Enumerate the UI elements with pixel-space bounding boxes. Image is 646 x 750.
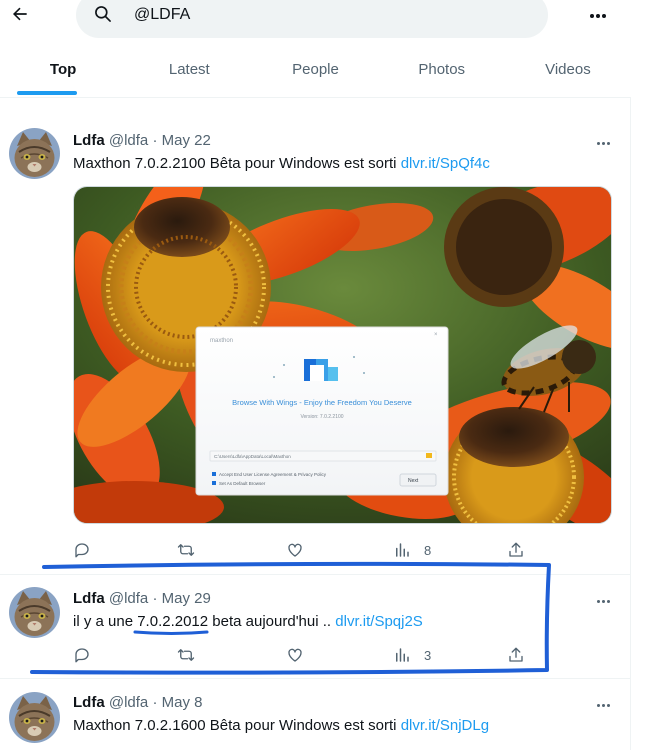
separator-dot: ·	[152, 590, 158, 607]
svg-text:Browse With Wings - Enjoy the: Browse With Wings - Enjoy the Freedom Yo…	[232, 398, 412, 407]
share-button[interactable]	[507, 540, 525, 560]
tab-photos[interactable]: Photos	[379, 46, 505, 98]
like-button[interactable]	[286, 540, 304, 560]
views-button[interactable]: 3	[393, 645, 431, 665]
retweet-icon	[177, 649, 195, 661]
tweet-header: Ldfa @ldfa · May 8	[73, 694, 202, 711]
back-arrow-icon	[13, 7, 27, 21]
avatar[interactable]	[9, 587, 60, 638]
reply-button[interactable]	[73, 540, 91, 560]
views-button[interactable]: 8	[393, 540, 431, 560]
tweet-header: Ldfa @ldfa · May 29	[73, 590, 211, 607]
like-icon	[288, 648, 302, 662]
flower-bee-photo: maxthon × Browse With Wings - Enjoy the …	[74, 187, 611, 523]
views-count: 8	[424, 542, 432, 558]
timeline-column: Top Latest People Photos Videos	[0, 0, 631, 750]
installer-dialog: maxthon × Browse With Wings - Enjoy the …	[195, 326, 449, 496]
tweet-date[interactable]: May 29	[162, 590, 211, 607]
tweet[interactable]: Ldfa @ldfa · May 22 Maxthon 7.0.2.2100 B…	[0, 113, 631, 575]
tweet-text: Maxthon 7.0.2.1600 Bêta pour Windows est…	[73, 717, 490, 734]
share-button[interactable]	[507, 645, 525, 665]
tweet-link[interactable]: dlvr.it/SpQf4c	[401, 155, 490, 172]
share-icon	[509, 647, 523, 662]
tab-people[interactable]: People	[252, 46, 378, 98]
like-button[interactable]	[286, 645, 304, 665]
tweet-more-button[interactable]	[592, 133, 614, 149]
tab-videos[interactable]: Videos	[505, 46, 631, 98]
svg-text:×: ×	[434, 332, 438, 338]
author-handle[interactable]: @ldfa	[109, 132, 148, 149]
views-icon	[396, 648, 409, 662]
tweet-link[interactable]: dlvr.it/SnjDLg	[401, 717, 489, 734]
tweet-media-image[interactable]: maxthon × Browse With Wings - Enjoy the …	[73, 186, 612, 524]
svg-text:Version: 7.0.2.2100: Version: 7.0.2.2100	[300, 414, 343, 420]
tweet-link[interactable]: dlvr.it/Spqj2S	[335, 613, 423, 630]
svg-text:Set As Default Browser: Set As Default Browser	[219, 481, 266, 486]
share-icon	[509, 542, 523, 557]
tweet-more-button[interactable]	[592, 695, 614, 711]
tweet-text: Maxthon 7.0.2.2100 Bêta pour Windows est…	[73, 155, 490, 172]
more-icon	[596, 590, 611, 608]
tweet[interactable]: Ldfa @ldfa · May 29 il y a une 7.0.2.201…	[0, 576, 631, 679]
cat-avatar-image	[9, 692, 60, 743]
retweet-button[interactable]	[177, 540, 195, 560]
search-tabs: Top Latest People Photos Videos	[0, 46, 631, 98]
reply-icon	[75, 648, 89, 663]
avatar[interactable]	[9, 128, 60, 179]
separator-dot: ·	[152, 132, 158, 149]
cat-avatar-image	[9, 128, 60, 179]
svg-text:Next: Next	[408, 478, 419, 484]
more-icon	[589, 5, 607, 23]
more-icon	[596, 132, 611, 150]
search-box[interactable]	[76, 0, 548, 38]
tweet-date[interactable]: May 8	[162, 694, 203, 711]
avatar[interactable]	[9, 692, 60, 743]
author-name[interactable]: Ldfa	[73, 694, 105, 711]
search-icon	[95, 6, 111, 22]
svg-text:maxthon: maxthon	[210, 338, 233, 344]
search-input[interactable]	[134, 2, 514, 28]
more-icon	[596, 694, 611, 712]
author-name[interactable]: Ldfa	[73, 590, 105, 607]
highlighted-version: 7.0.2.2012	[137, 613, 209, 630]
active-tab-indicator	[17, 91, 77, 95]
author-handle[interactable]: @ldfa	[109, 590, 148, 607]
author-name[interactable]: Ldfa	[73, 132, 105, 149]
more-options-button[interactable]	[586, 2, 610, 26]
retweet-icon	[177, 544, 195, 556]
svg-text:Accept End User License Agreem: Accept End User License Agreement & Priv…	[219, 472, 327, 477]
back-button[interactable]	[6, 2, 34, 26]
tweet-actions: 3	[73, 645, 533, 665]
retweet-button[interactable]	[177, 645, 195, 665]
tab-latest[interactable]: Latest	[126, 46, 252, 98]
tweet-actions: 8	[73, 540, 533, 560]
search-header: Top Latest People Photos Videos	[0, 0, 631, 98]
tweet-text: il y a une 7.0.2.2012 beta aujourd'hui .…	[73, 613, 423, 630]
reply-icon	[75, 543, 89, 558]
reply-button[interactable]	[73, 645, 91, 665]
separator-dot: ·	[152, 694, 158, 711]
tweet-more-button[interactable]	[592, 591, 614, 607]
tweet-date[interactable]: May 22	[162, 132, 211, 149]
author-handle[interactable]: @ldfa	[109, 694, 148, 711]
views-icon	[396, 543, 409, 557]
svg-text:C:\Users\Ldfa\AppData\Local\Ma: C:\Users\Ldfa\AppData\Local\Maxthon	[214, 454, 291, 459]
like-icon	[288, 543, 302, 557]
views-count: 3	[424, 647, 432, 663]
tweet[interactable]: Ldfa @ldfa · May 8 Maxthon 7.0.2.1600 Bê…	[0, 680, 631, 750]
cat-avatar-image	[9, 587, 60, 638]
tweet-header: Ldfa @ldfa · May 22	[73, 132, 211, 149]
